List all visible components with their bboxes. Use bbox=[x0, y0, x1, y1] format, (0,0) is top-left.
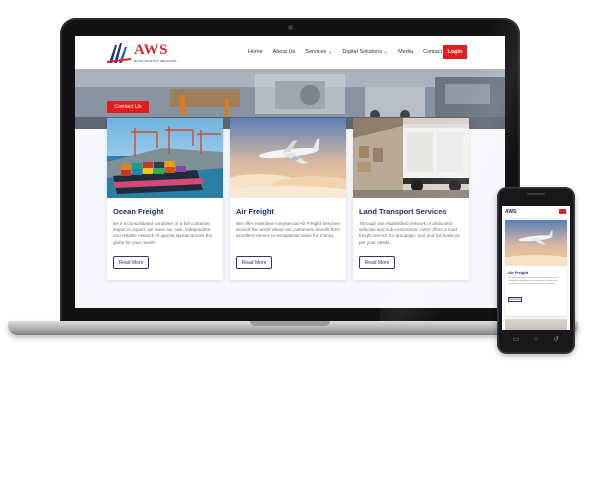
phone-next-card-image bbox=[505, 319, 567, 330]
logo-text: AWS bbox=[134, 42, 169, 58]
laptop-base-notch bbox=[250, 321, 330, 326]
card-description: Be it a consolidated container or a full… bbox=[113, 221, 213, 245]
service-card-ocean: Ocean Freight Be it a consolidated conta… bbox=[107, 118, 223, 280]
card-title: Ocean Freight bbox=[113, 207, 164, 216]
logo-mark-icon bbox=[107, 43, 131, 63]
phone-recent-icon[interactable]: ↺ bbox=[552, 336, 560, 344]
nav-item-services[interactable]: Services ⌄ bbox=[305, 49, 332, 55]
card-description: Through our established network of dedic… bbox=[359, 221, 460, 245]
site-header: AWS ROAD WORTHY SERVICES Home About Us S… bbox=[75, 36, 505, 69]
phone-logo[interactable]: AWS bbox=[505, 209, 516, 215]
nav-item-digital-solutions[interactable]: Digital Solutions ⌄ bbox=[343, 49, 389, 55]
phone-home-icon[interactable]: ○ bbox=[532, 336, 540, 344]
read-more-button[interactable]: Read More bbox=[113, 256, 149, 269]
read-more-button[interactable]: Read More bbox=[359, 256, 395, 269]
phone-card-title: Air Freight bbox=[508, 270, 529, 275]
container-ship-port-image bbox=[107, 118, 223, 198]
phone-read-more-button[interactable]: Read More bbox=[508, 297, 522, 302]
card-description: We offer extensive commercial Air Freigh… bbox=[236, 221, 340, 239]
phone-service-card: Air Freight We offer extensive commercia… bbox=[505, 220, 567, 316]
service-card-land: Land Transport Services Through our esta… bbox=[353, 118, 469, 280]
login-button[interactable]: Login bbox=[443, 45, 467, 59]
main-nav: Home About Us Services ⌄ Digital Solutio… bbox=[248, 49, 450, 55]
hero-contact-button[interactable]: Contact Us bbox=[107, 101, 149, 113]
card-title: Air Freight bbox=[236, 207, 274, 216]
laptop-camera bbox=[288, 25, 293, 30]
phone-speaker bbox=[527, 193, 545, 195]
airplane-sky-image bbox=[230, 118, 346, 198]
truck-loading-dock-image bbox=[353, 118, 469, 198]
nav-item-media[interactable]: Media bbox=[398, 49, 413, 55]
card-title: Land Transport Services bbox=[359, 207, 447, 216]
phone-menu-icon[interactable] bbox=[559, 209, 566, 214]
site-logo[interactable]: AWS ROAD WORTHY SERVICES bbox=[107, 41, 177, 65]
logo-tagline: ROAD WORTHY SERVICES bbox=[134, 59, 177, 63]
laptop-screen: AWS ROAD WORTHY SERVICES Home About Us S… bbox=[75, 36, 505, 308]
service-card-air: Air Freight We offer extensive commercia… bbox=[230, 118, 346, 280]
phone-airplane-image bbox=[505, 220, 567, 266]
nav-item-home[interactable]: Home bbox=[248, 49, 263, 55]
nav-item-about-us[interactable]: About Us bbox=[273, 49, 296, 55]
phone-site-header: AWS bbox=[502, 206, 570, 219]
phone-card-description: We offer extensive commercial Air Freigh… bbox=[508, 277, 558, 285]
phone-back-icon[interactable]: ▭ bbox=[512, 336, 520, 344]
phone-screen: AWS Air Freight We offer extensive comme… bbox=[502, 206, 570, 330]
read-more-button[interactable]: Read More bbox=[236, 256, 272, 269]
